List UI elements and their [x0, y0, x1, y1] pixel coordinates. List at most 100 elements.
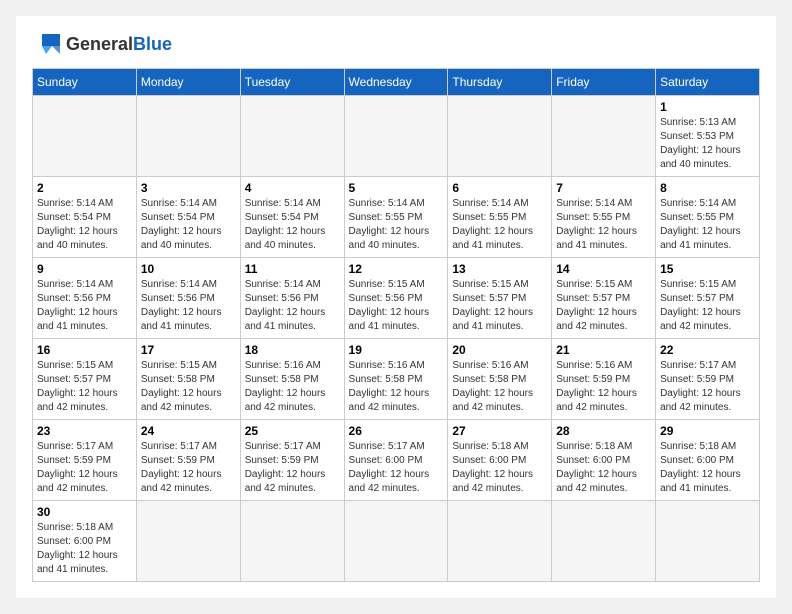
day-number: 19: [349, 343, 444, 357]
day-number: 24: [141, 424, 236, 438]
calendar-cell: 17 Sunrise: 5:15 AMSunset: 5:58 PMDayligh…: [136, 339, 240, 420]
calendar-cell: 8Sunrise: 5:14 AMSunset: 5:55 PMDaylight…: [656, 177, 760, 258]
day-info: Sunrise: 5:18 AMSunset: 6:00 PMDaylight:…: [452, 440, 547, 496]
calendar-cell: [344, 501, 448, 582]
calendar-cell: 19Sunrise: 5:16 AMSunset: 5:58 PMDayligh…: [344, 339, 448, 420]
day-number: 13: [452, 262, 547, 276]
day-info: Sunrise: 5:14 AMSunset: 5:55 PMDaylight:…: [556, 197, 651, 253]
calendar-cell: 11Sunrise: 5:14 AMSunset: 5:56 PMDayligh…: [240, 258, 344, 339]
logo-text: GeneralBlue: [66, 34, 172, 55]
calendar-cell: [552, 96, 656, 177]
calendar-week-4: 16 Sunrise: 5:15 AMSunset: 5:57 PMDayligh…: [33, 339, 760, 420]
calendar-cell: 16 Sunrise: 5:15 AMSunset: 5:57 PMDayligh…: [33, 339, 137, 420]
page: GeneralBlue SundayMondayTuesdayWednesday…: [16, 16, 776, 598]
calendar-cell: 18Sunrise: 5:16 AMSunset: 5:58 PMDayligh…: [240, 339, 344, 420]
calendar-header-saturday: Saturday: [656, 69, 760, 96]
calendar-cell: 10 Sunrise: 5:14 AMSunset: 5:56 PMDayligh…: [136, 258, 240, 339]
calendar-cell: 6Sunrise: 5:14 AMSunset: 5:55 PMDaylight…: [448, 177, 552, 258]
logo-icon: [32, 32, 62, 56]
calendar-cell: 14 Sunrise: 5:15 AMSunset: 5:57 PMDayligh…: [552, 258, 656, 339]
calendar-cell: 24 Sunrise: 5:17 AMSunset: 5:59 PMDayligh…: [136, 420, 240, 501]
day-number: 30: [37, 505, 132, 519]
day-info: Sunrise: 5:18 AMSunset: 6:00 PMDaylight:…: [660, 440, 755, 496]
day-info: Sunrise: 5:17 AMSunset: 5:59 PMDaylight:…: [37, 440, 132, 496]
day-number: 5: [349, 181, 444, 195]
day-number: 16: [37, 343, 132, 357]
day-number: 4: [245, 181, 340, 195]
day-info: Sunrise: 5:18 AMSunset: 6:00 PMDaylight:…: [37, 521, 132, 577]
calendar-cell: [240, 501, 344, 582]
day-info: Sunrise: 5:14 AMSunset: 5:55 PMDaylight:…: [349, 197, 444, 253]
calendar-week-5: 23 Sunrise: 5:17 AMSunset: 5:59 PMDayligh…: [33, 420, 760, 501]
day-info: Sunrise: 5:17 AMSunset: 5:59 PMDaylight:…: [660, 359, 755, 415]
day-info: Sunrise: 5:15 AMSunset: 5:57 PMDaylight:…: [660, 278, 755, 334]
calendar-header-row: SundayMondayTuesdayWednesdayThursdayFrid…: [33, 69, 760, 96]
calendar-cell: 4 Sunrise: 5:14 AMSunset: 5:54 PMDaylight…: [240, 177, 344, 258]
logo-blue-text: Blue: [133, 34, 172, 54]
day-info: Sunrise: 5:14 AMSunset: 5:56 PMDaylight:…: [37, 278, 132, 334]
calendar-cell: 15Sunrise: 5:15 AMSunset: 5:57 PMDayligh…: [656, 258, 760, 339]
calendar-cell: 21Sunrise: 5:16 AMSunset: 5:59 PMDayligh…: [552, 339, 656, 420]
day-number: 27: [452, 424, 547, 438]
day-info: Sunrise: 5:17 AMSunset: 6:00 PMDaylight:…: [349, 440, 444, 496]
calendar-header-wednesday: Wednesday: [344, 69, 448, 96]
day-info: Sunrise: 5:16 AMSunset: 5:58 PMDaylight:…: [245, 359, 340, 415]
calendar-cell: 26 Sunrise: 5:17 AMSunset: 6:00 PMDayligh…: [344, 420, 448, 501]
day-info: Sunrise: 5:15 AMSunset: 5:57 PMDaylight:…: [37, 359, 132, 415]
day-number: 7: [556, 181, 651, 195]
calendar-cell: [33, 96, 137, 177]
calendar-cell: [448, 501, 552, 582]
day-number: 23: [37, 424, 132, 438]
day-info: Sunrise: 5:15 AMSunset: 5:56 PMDaylight:…: [349, 278, 444, 334]
calendar-cell: [240, 96, 344, 177]
day-info: Sunrise: 5:14 AMSunset: 5:54 PMDaylight:…: [245, 197, 340, 253]
calendar-cell: 7 Sunrise: 5:14 AMSunset: 5:55 PMDaylight…: [552, 177, 656, 258]
calendar-cell: [448, 96, 552, 177]
calendar-cell: 30 Sunrise: 5:18 AMSunset: 6:00 PMDayligh…: [33, 501, 137, 582]
day-info: Sunrise: 5:15 AMSunset: 5:57 PMDaylight:…: [556, 278, 651, 334]
day-number: 3: [141, 181, 236, 195]
day-number: 26: [349, 424, 444, 438]
day-info: Sunrise: 5:16 AMSunset: 5:59 PMDaylight:…: [556, 359, 651, 415]
day-number: 14: [556, 262, 651, 276]
calendar-cell: 9 Sunrise: 5:14 AMSunset: 5:56 PMDaylight…: [33, 258, 137, 339]
calendar-cell: 1Sunrise: 5:13 AMSunset: 5:53 PMDaylight…: [656, 96, 760, 177]
logo-general: General: [66, 34, 133, 54]
day-info: Sunrise: 5:14 AMSunset: 5:54 PMDaylight:…: [141, 197, 236, 253]
day-info: Sunrise: 5:16 AMSunset: 5:58 PMDaylight:…: [452, 359, 547, 415]
day-number: 1: [660, 100, 755, 114]
calendar-cell: 5 Sunrise: 5:14 AMSunset: 5:55 PMDaylight…: [344, 177, 448, 258]
day-number: 2: [37, 181, 132, 195]
calendar-cell: 28Sunrise: 5:18 AMSunset: 6:00 PMDayligh…: [552, 420, 656, 501]
day-info: Sunrise: 5:17 AMSunset: 5:59 PMDaylight:…: [245, 440, 340, 496]
calendar-table: SundayMondayTuesdayWednesdayThursdayFrid…: [32, 68, 760, 582]
day-number: 25: [245, 424, 340, 438]
calendar-cell: 3 Sunrise: 5:14 AMSunset: 5:54 PMDaylight…: [136, 177, 240, 258]
calendar-cell: 12Sunrise: 5:15 AMSunset: 5:56 PMDayligh…: [344, 258, 448, 339]
day-number: 9: [37, 262, 132, 276]
day-number: 6: [452, 181, 547, 195]
logo: GeneralBlue: [32, 32, 172, 56]
calendar-header-monday: Monday: [136, 69, 240, 96]
calendar-week-6: 30 Sunrise: 5:18 AMSunset: 6:00 PMDayligh…: [33, 501, 760, 582]
calendar-week-2: 2 Sunrise: 5:14 AMSunset: 5:54 PMDaylight…: [33, 177, 760, 258]
calendar-header-thursday: Thursday: [448, 69, 552, 96]
day-info: Sunrise: 5:17 AMSunset: 5:59 PMDaylight:…: [141, 440, 236, 496]
calendar-cell: 22Sunrise: 5:17 AMSunset: 5:59 PMDayligh…: [656, 339, 760, 420]
calendar-header-friday: Friday: [552, 69, 656, 96]
day-info: Sunrise: 5:14 AMSunset: 5:55 PMDaylight:…: [660, 197, 755, 253]
calendar-cell: 2 Sunrise: 5:14 AMSunset: 5:54 PMDaylight…: [33, 177, 137, 258]
calendar-cell: 13Sunrise: 5:15 AMSunset: 5:57 PMDayligh…: [448, 258, 552, 339]
day-number: 29: [660, 424, 755, 438]
calendar-cell: 29 Sunrise: 5:18 AMSunset: 6:00 PMDayligh…: [656, 420, 760, 501]
day-info: Sunrise: 5:14 AMSunset: 5:56 PMDaylight:…: [141, 278, 236, 334]
calendar-cell: [136, 96, 240, 177]
calendar-cell: 25 Sunrise: 5:17 AMSunset: 5:59 PMDayligh…: [240, 420, 344, 501]
day-info: Sunrise: 5:15 AMSunset: 5:58 PMDaylight:…: [141, 359, 236, 415]
day-number: 10: [141, 262, 236, 276]
day-info: Sunrise: 5:14 AMSunset: 5:54 PMDaylight:…: [37, 197, 132, 253]
header: GeneralBlue: [32, 32, 760, 56]
calendar-cell: 23 Sunrise: 5:17 AMSunset: 5:59 PMDayligh…: [33, 420, 137, 501]
day-number: 17: [141, 343, 236, 357]
day-number: 20: [452, 343, 547, 357]
